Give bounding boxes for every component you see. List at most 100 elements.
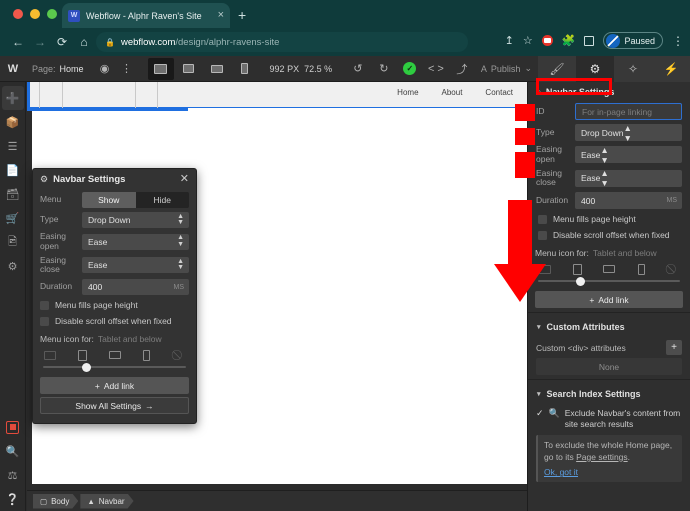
navbar-settings-popover[interactable]: ⚙ Navbar Settings ✕ Menu Show Hide Type … — [32, 168, 197, 425]
home-icon[interactable]: ⌂ — [74, 32, 94, 52]
breadcrumb-item-body[interactable]: ▢ Body — [33, 494, 78, 509]
recording-extension-icon[interactable] — [541, 35, 553, 46]
rp-breakpoint-slider[interactable] — [528, 276, 690, 288]
side-panel-icon[interactable] — [584, 35, 595, 46]
duration-input[interactable]: 400 MS — [575, 192, 682, 210]
undo-icon[interactable]: ↺ — [345, 58, 371, 80]
cms-icon[interactable]: 🗃 — [2, 182, 24, 206]
type-select[interactable]: Drop Down ▲ ▼ — [82, 212, 189, 228]
components-icon[interactable]: 📦 — [2, 110, 24, 134]
new-tab-button[interactable]: + — [238, 7, 246, 23]
desktop-icon[interactable] — [538, 263, 552, 275]
popover-breakpoint-slider[interactable] — [33, 362, 196, 374]
zoom-level-value[interactable]: 72.5 % — [304, 64, 332, 74]
mobile-icon[interactable] — [140, 349, 154, 361]
exclude-from-search-row[interactable]: ✓ 🔍 Exclude Navbar's content from site s… — [528, 404, 690, 431]
settings-icon[interactable]: ⚙ — [2, 254, 24, 278]
webflow-logo-icon[interactable]: W — [0, 56, 26, 82]
back-icon[interactable]: ← — [8, 32, 28, 52]
type-select[interactable]: Drop Down ▲ ▼ — [575, 123, 682, 143]
easing-close-select[interactable]: Ease ▲ ▼ — [575, 168, 682, 188]
popover-menu-fills-row[interactable]: Menu fills page height — [33, 297, 196, 313]
viewport-mobile-button[interactable] — [232, 58, 258, 80]
code-icon[interactable]: < > — [423, 58, 449, 80]
mobile-icon[interactable] — [634, 263, 648, 275]
viewport-tablet-button[interactable] — [204, 58, 230, 80]
slider-knob[interactable] — [81, 362, 91, 372]
add-link-button[interactable]: + Add link — [40, 377, 189, 395]
share-icon[interactable]: ↥ — [505, 34, 514, 47]
help-icon[interactable]: ❔ — [2, 487, 24, 511]
menu-fills-checkbox[interactable] — [40, 300, 49, 310]
popover-disable-scroll-row[interactable]: Disable scroll offset when fixed — [33, 313, 196, 329]
export-icon[interactable]: ⤴ — [449, 58, 475, 80]
url-bar[interactable]: 🔒 webflow.com/design/alphr-ravens-site — [96, 32, 468, 52]
tablet-icon[interactable] — [570, 263, 584, 275]
exclude-checkbox-checked-icon[interactable]: ✓ — [536, 408, 544, 419]
disable-scroll-checkbox[interactable] — [40, 316, 49, 326]
viewport-desktop-button[interactable] — [176, 58, 202, 80]
forward-icon[interactable]: → — [30, 32, 50, 52]
id-input[interactable]: For in-page linking — [575, 103, 682, 120]
window-traffic-lights[interactable] — [13, 9, 57, 19]
tablet-landscape-icon[interactable] — [602, 263, 616, 275]
slider-track[interactable] — [43, 362, 186, 372]
video-record-icon[interactable] — [2, 415, 24, 439]
navigator-icon[interactable]: ☰ — [2, 134, 24, 158]
profile-paused-pill[interactable]: Paused — [603, 32, 663, 49]
preview-eye-icon[interactable]: ◉ — [94, 58, 116, 80]
puzzle-extensions-icon[interactable]: 🧩 — [562, 34, 576, 47]
search-index-section-header[interactable]: ▾ Search Index Settings — [528, 384, 690, 404]
viewport-desktop-canvas-button[interactable] — [147, 57, 174, 80]
maximize-window-button[interactable] — [47, 9, 57, 19]
close-window-button[interactable] — [13, 9, 23, 19]
tab-interactions-panel[interactable]: ✧ — [614, 56, 652, 82]
desktop-icon[interactable] — [43, 349, 57, 361]
add-link-button[interactable]: + Add link — [535, 291, 683, 309]
assets-icon[interactable]: 🖻 — [2, 230, 24, 254]
reload-icon[interactable]: ⟳ — [52, 32, 72, 52]
page-name[interactable]: Home — [60, 64, 84, 74]
menu-show-hide-toggle[interactable]: Show Hide — [82, 192, 189, 208]
ecommerce-icon[interactable]: 🛒 — [2, 206, 24, 230]
easing-open-select[interactable]: Ease ▲ ▼ — [575, 145, 682, 165]
add-elements-icon[interactable]: ➕ — [1, 86, 24, 110]
tablet-icon[interactable] — [75, 349, 89, 361]
menu-show-button[interactable]: Show — [82, 192, 136, 208]
tab-lightning-panel[interactable]: ⚡ — [652, 56, 690, 82]
easing-close-select[interactable]: Ease ▲ ▼ — [82, 257, 189, 274]
publish-button[interactable]: A Publish ⌄ — [475, 63, 538, 74]
custom-attributes-section-header[interactable]: ▾ Custom Attributes — [528, 317, 690, 337]
canvas-nav-link-contact[interactable]: Contact — [485, 88, 513, 97]
slider-knob[interactable] — [576, 276, 586, 286]
bookmark-star-icon[interactable]: ☆ — [523, 34, 533, 47]
minimize-window-button[interactable] — [30, 9, 40, 19]
navbar-element-on-canvas[interactable]: Home About Contact — [27, 82, 527, 108]
chrome-menu-icon[interactable]: ⋮ — [672, 34, 684, 48]
close-icon[interactable]: × — [218, 10, 224, 21]
redo-icon[interactable]: ↻ — [371, 58, 397, 80]
tip-ok-button[interactable]: Ok, got it — [544, 467, 676, 477]
canvas-nav-link-home[interactable]: Home — [397, 88, 418, 97]
menu-fills-checkbox[interactable] — [538, 214, 547, 224]
close-icon[interactable]: ✕ — [180, 174, 189, 185]
disable-scroll-checkbox[interactable] — [538, 230, 547, 240]
menu-hide-button[interactable]: Hide — [135, 192, 189, 208]
browser-tab[interactable]: W Webflow - Alphr Raven's Site × — [62, 3, 230, 28]
show-all-settings-button[interactable]: Show All Settings → — [40, 397, 189, 415]
hidden-icon[interactable]: ⃠ — [172, 349, 186, 361]
tablet-landscape-icon[interactable] — [108, 349, 122, 361]
duration-input[interactable]: 400 MS — [82, 279, 189, 296]
rp-disable-scroll-row[interactable]: Disable scroll offset when fixed — [528, 227, 690, 243]
tab-style-panel[interactable]: 🖌 — [538, 56, 576, 82]
search-icon[interactable]: 🔍 — [2, 439, 24, 463]
more-options-icon[interactable]: ⋮ — [116, 58, 138, 80]
hidden-icon[interactable]: ⃠ — [666, 263, 680, 275]
pages-icon[interactable]: 📄 — [2, 158, 24, 182]
breadcrumb-item-navbar[interactable]: ▲ Navbar — [80, 494, 133, 509]
canvas-nav-link-about[interactable]: About — [442, 88, 463, 97]
add-attribute-button[interactable]: + — [666, 340, 682, 356]
easing-open-select[interactable]: Ease ▲ ▼ — [82, 233, 189, 250]
slider-track[interactable] — [538, 276, 680, 286]
tab-settings-panel[interactable]: ⚙ — [576, 55, 614, 82]
